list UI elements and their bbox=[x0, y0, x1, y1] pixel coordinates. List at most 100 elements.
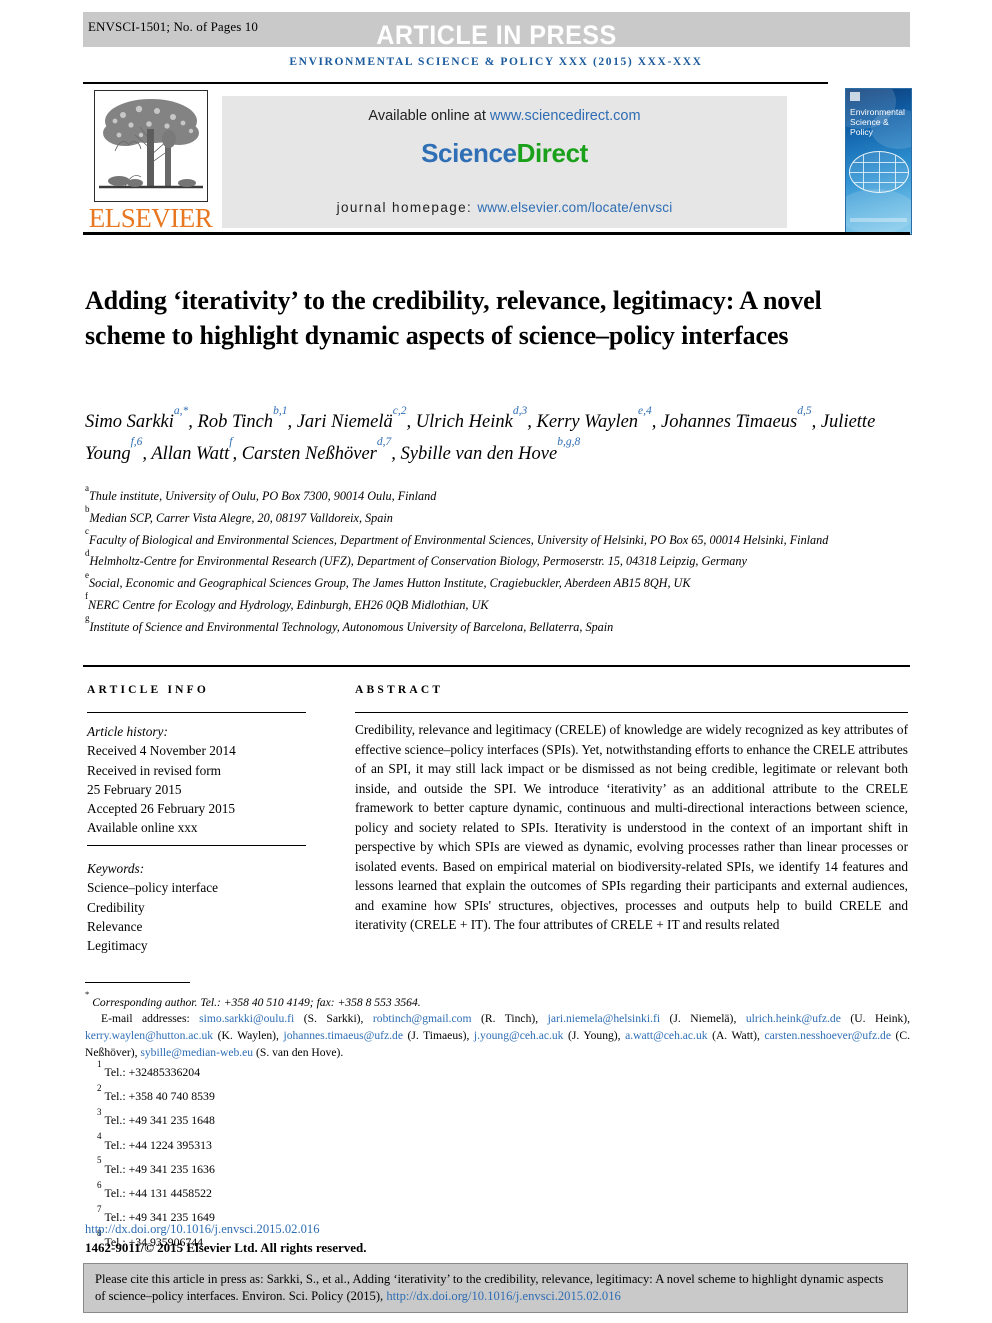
article-code-label: ENVSCI-1501; No. of Pages 10 bbox=[88, 19, 258, 34]
sciencedirect-logo: ScienceDirect bbox=[222, 138, 787, 169]
doi-link[interactable]: http://dx.doi.org/10.1016/j.envsci.2015.… bbox=[85, 1222, 320, 1237]
cover-title: Environmental Science & Policy bbox=[850, 107, 905, 138]
author-affiliation-marker: f bbox=[229, 436, 233, 449]
affiliation-item: gInstitute of Science and Environmental … bbox=[85, 613, 895, 637]
telephone-footnote-item: 6Tel.: +44 131 4458522 bbox=[85, 1179, 485, 1203]
email-link[interactable]: kerry.waylen@hutton.ac.uk bbox=[85, 1029, 213, 1042]
author-name: Carsten Neßhöver bbox=[241, 443, 377, 464]
available-online-text: Available online at www.sciencedirect.co… bbox=[222, 108, 787, 124]
affiliation-item: eSocial, Economic and Geographical Scien… bbox=[85, 569, 895, 593]
tree-drawing-icon bbox=[99, 99, 203, 189]
sciencedirect-link[interactable]: www.sciencedirect.com bbox=[490, 108, 641, 124]
corresponding-author-text: Corresponding author. Tel.: +358 40 510 … bbox=[92, 995, 421, 1009]
author-affiliation-marker: d,5 bbox=[797, 404, 812, 417]
affiliation-marker: f bbox=[85, 591, 88, 602]
author-name: Simo Sarkki bbox=[85, 412, 174, 433]
keywords-rule bbox=[87, 845, 306, 846]
author-affiliation-marker: d,7 bbox=[376, 436, 392, 449]
article-history-item: Received in revised form bbox=[87, 762, 222, 778]
email-owner-label: (J. Young) bbox=[563, 1029, 618, 1043]
author-affiliation-marker: b,1 bbox=[273, 404, 288, 417]
elsevier-logo: ELSEVIER bbox=[88, 88, 213, 233]
author-affiliation-marker: c,2 bbox=[392, 404, 407, 417]
keyword-item: Science–policy interface bbox=[87, 880, 219, 896]
telephone-footnote-text: Tel.: +44 131 4458522 bbox=[104, 1186, 212, 1201]
author-affiliation-marker: f,6 bbox=[130, 436, 143, 449]
cover-footer-bar bbox=[850, 218, 907, 222]
affiliation-item: fNERC Centre for Ecology and Hydrology, … bbox=[85, 591, 895, 615]
email-link[interactable]: ulrich.heink@ufz.de bbox=[746, 1012, 841, 1025]
email-owner-label: (U. Heink) bbox=[840, 1012, 908, 1026]
email-link[interactable]: johannes.timaeus@ufz.de bbox=[283, 1029, 403, 1042]
author-name: Sybille van den Hove bbox=[400, 443, 558, 464]
sciencedirect-panel: Available online at www.sciencedirect.co… bbox=[222, 96, 787, 228]
author-affiliation-marker: b,g,8 bbox=[557, 436, 581, 449]
email-link[interactable]: robtinch@gmail.com bbox=[373, 1012, 472, 1025]
footnote-separator-rule bbox=[85, 982, 190, 983]
email-addresses-note: E-mail addresses: simo.sarkki@oulu.fi (S… bbox=[85, 1012, 911, 1059]
footnote-marker: 3 bbox=[97, 1106, 102, 1117]
keyword-item: Legitimacy bbox=[87, 938, 148, 954]
affiliation-marker: g bbox=[85, 613, 90, 624]
telephone-footnote-text: Tel.: +44 1224 395313 bbox=[104, 1137, 212, 1152]
article-history-block: Article history: Received 4 November 201… bbox=[87, 722, 317, 838]
affiliation-text: Social, Economic and Geographical Scienc… bbox=[89, 576, 691, 591]
affiliation-marker: e bbox=[85, 569, 89, 580]
keyword-item: Relevance bbox=[87, 918, 143, 934]
email-owner-label: (K. Waylen) bbox=[213, 1029, 277, 1043]
footnote-marker: 5 bbox=[97, 1155, 102, 1166]
footnote-marker: 6 bbox=[97, 1179, 102, 1190]
author-name: Allan Watt bbox=[151, 443, 230, 464]
affiliation-marker: c bbox=[85, 526, 89, 537]
article-history-item: 25 February 2015 bbox=[87, 781, 182, 797]
corresponding-author-note: * Corresponding author. Tel.: +358 40 51… bbox=[85, 989, 910, 1011]
abstract-rule bbox=[355, 712, 908, 714]
author-affiliation-marker: e,4 bbox=[638, 404, 652, 417]
telephone-footnote-item: 2Tel.: +358 40 740 8539 bbox=[85, 1082, 485, 1106]
masthead-rule-bottom bbox=[83, 232, 910, 235]
affiliation-text: Thule institute, University of Oulu, PO … bbox=[89, 489, 437, 504]
available-online-label: Available online at bbox=[368, 108, 490, 124]
email-link[interactable]: jari.niemela@helsinki.fi bbox=[548, 1012, 660, 1025]
info-abstract-top-rule bbox=[83, 665, 910, 667]
email-link[interactable]: carsten.nesshoever@ufz.de bbox=[764, 1029, 891, 1042]
telephone-footnote-text: Tel.: +49 341 235 1648 bbox=[104, 1113, 215, 1128]
keywords-block: Keywords: Science–policy interface Credib… bbox=[87, 859, 317, 955]
article-first-page: ARTICLE IN PRESS ENVSCI-1501; No. of Pag… bbox=[0, 0, 992, 1323]
footnote-marker: 7 bbox=[97, 1203, 102, 1214]
affiliation-marker: a bbox=[85, 482, 89, 493]
author-name: Rob Tinch bbox=[197, 412, 274, 433]
email-link[interactable]: sybille@median-web.eu bbox=[140, 1046, 253, 1059]
article-info-rule bbox=[87, 712, 306, 714]
masthead-rule-top bbox=[83, 82, 828, 84]
affiliation-text: Faculty of Biological and Environmental … bbox=[89, 532, 829, 547]
copyright-line: 1462-9011/© 2015 Elsevier Ltd. All right… bbox=[85, 1240, 367, 1255]
affiliation-marker: d bbox=[85, 547, 90, 558]
cite-doi-link[interactable]: http://dx.doi.org/10.1016/j.envsci.2015.… bbox=[386, 1289, 621, 1303]
email-owner-label: (R. Tinch) bbox=[471, 1012, 536, 1026]
abstract-heading: ABSTRACT bbox=[355, 684, 444, 696]
email-link[interactable]: simo.sarkki@oulu.fi bbox=[199, 1012, 294, 1025]
abstract-text: Credibility, relevance and legitimacy (C… bbox=[355, 722, 908, 932]
email-owner-label: (J. Niemelä) bbox=[660, 1012, 734, 1026]
email-link[interactable]: a.watt@ceh.ac.uk bbox=[625, 1029, 707, 1042]
telephone-footnote-text: Tel.: +358 40 740 8539 bbox=[104, 1089, 215, 1104]
email-owner-label: (J. Timaeus) bbox=[402, 1029, 467, 1043]
article-history-label: Article history: bbox=[87, 724, 168, 739]
article-info-heading: ARTICLE INFO bbox=[87, 684, 210, 696]
author-affiliation-marker: a,* bbox=[173, 404, 189, 417]
author-list: Simo Sarkkia,*, Rob Tinchb,1, Jari Nieme… bbox=[85, 404, 876, 464]
journal-homepage-text: journal homepage: www.elsevier.com/locat… bbox=[222, 200, 787, 215]
affiliation-marker: b bbox=[85, 504, 90, 515]
keywords-label: Keywords: bbox=[87, 861, 145, 876]
article-history-item: Available online xxx bbox=[87, 820, 198, 836]
telephone-footnote-item: 4Tel.: +44 1224 395313 bbox=[85, 1131, 485, 1155]
journal-running-head: ENVIRONMENTAL SCIENCE & POLICY XXX (2015… bbox=[289, 56, 703, 68]
elsevier-wordmark: ELSEVIER bbox=[88, 203, 213, 233]
keyword-item: Credibility bbox=[87, 899, 145, 915]
article-history-item: Accepted 26 February 2015 bbox=[87, 801, 236, 817]
author-name: Kerry Waylen bbox=[536, 412, 639, 433]
journal-homepage-link[interactable]: www.elsevier.com/locate/envsci bbox=[477, 200, 672, 215]
email-link[interactable]: j.young@ceh.ac.uk bbox=[474, 1029, 564, 1042]
affiliation-text: Helmholtz-Centre for Environmental Resea… bbox=[89, 554, 747, 569]
